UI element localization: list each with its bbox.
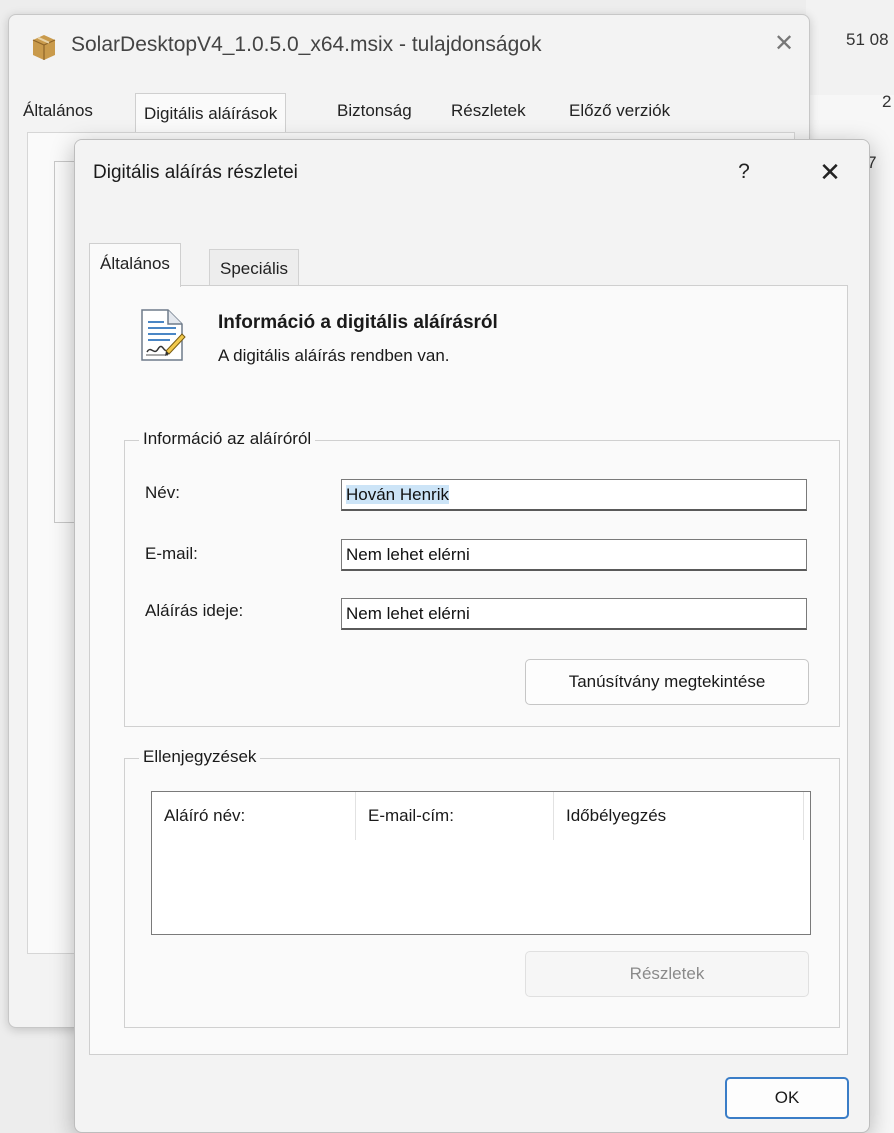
name-field[interactable]: Hován Henrik [341,479,807,511]
countersignatures-legend: Ellenjegyzések [139,747,261,767]
column-header-signer-name[interactable]: Aláíró név: [152,792,356,840]
properties-titlebar[interactable]: SolarDesktopV4_1.0.5.0_x64.msix - tulajd… [9,15,809,79]
view-certificate-button[interactable]: Tanúsítvány megtekintése [525,659,809,705]
general-tab-panel: Információ a digitális aláírásról A digi… [89,285,848,1055]
signer-info-group: Információ az aláíróról Név: Hován Henri… [124,429,840,727]
close-icon: ✕ [819,157,841,187]
signing-time-label: Aláírás ideje: [145,601,244,620]
tab-digitalis-alairasok[interactable]: Digitális aláírások [135,93,287,134]
background-value-1: 51 08 [846,30,889,49]
column-header-email[interactable]: E-mail-cím: [356,792,554,840]
email-value: Nem lehet elérni [346,545,470,564]
ok-button[interactable]: OK [725,1077,849,1119]
tab-elozo-verziok[interactable]: Előző verziók [569,101,670,121]
tab-general[interactable]: Általános [89,243,181,287]
countersignatures-group: Ellenjegyzések Aláíró név: E-mail-cím: I… [124,747,840,1028]
signature-status: A digitális aláírás rendben van. [218,346,450,365]
properties-close-button[interactable]: ✕ [769,29,799,59]
tab-biztonsag[interactable]: Biztonság [337,101,412,121]
email-field[interactable]: Nem lehet elérni [341,539,807,571]
signer-info-legend: Információ az aláíróról [139,429,316,449]
tab-reszletek[interactable]: Részletek [451,101,526,121]
properties-window-title: SolarDesktopV4_1.0.5.0_x64.msix - tulajd… [71,33,542,56]
name-value: Hován Henrik [346,485,449,504]
signed-document-icon [141,309,186,361]
signing-time-value: Nem lehet elérni [346,604,470,623]
background-value-2: 2 [882,92,892,111]
info-title: Információ a digitális aláírásról [218,312,498,333]
countersignatures-list[interactable]: Aláíró név: E-mail-cím: Időbélyegzés [151,791,811,935]
column-header-timestamp[interactable]: Időbélyegzés [554,792,804,840]
dialog-titlebar[interactable]: Digitális aláírás részletei ? ✕ [75,140,869,204]
package-icon [32,35,56,60]
signature-details-dialog: Digitális aláírás részletei ? ✕ Általáno… [74,139,870,1133]
help-icon: ? [738,160,750,183]
email-label: E-mail: [145,544,198,563]
name-label: Név: [145,483,180,502]
tab-altalanos[interactable]: Általános [23,101,93,121]
dialog-close-button[interactable]: ✕ [813,156,847,188]
help-button[interactable]: ? [729,156,759,188]
dialog-title: Digitális aláírás részletei [93,162,298,183]
tab-advanced[interactable]: Speciális [209,249,300,288]
close-icon: ✕ [773,30,795,57]
details-button[interactable]: Részletek [525,951,809,997]
signing-time-field[interactable]: Nem lehet elérni [341,598,807,630]
